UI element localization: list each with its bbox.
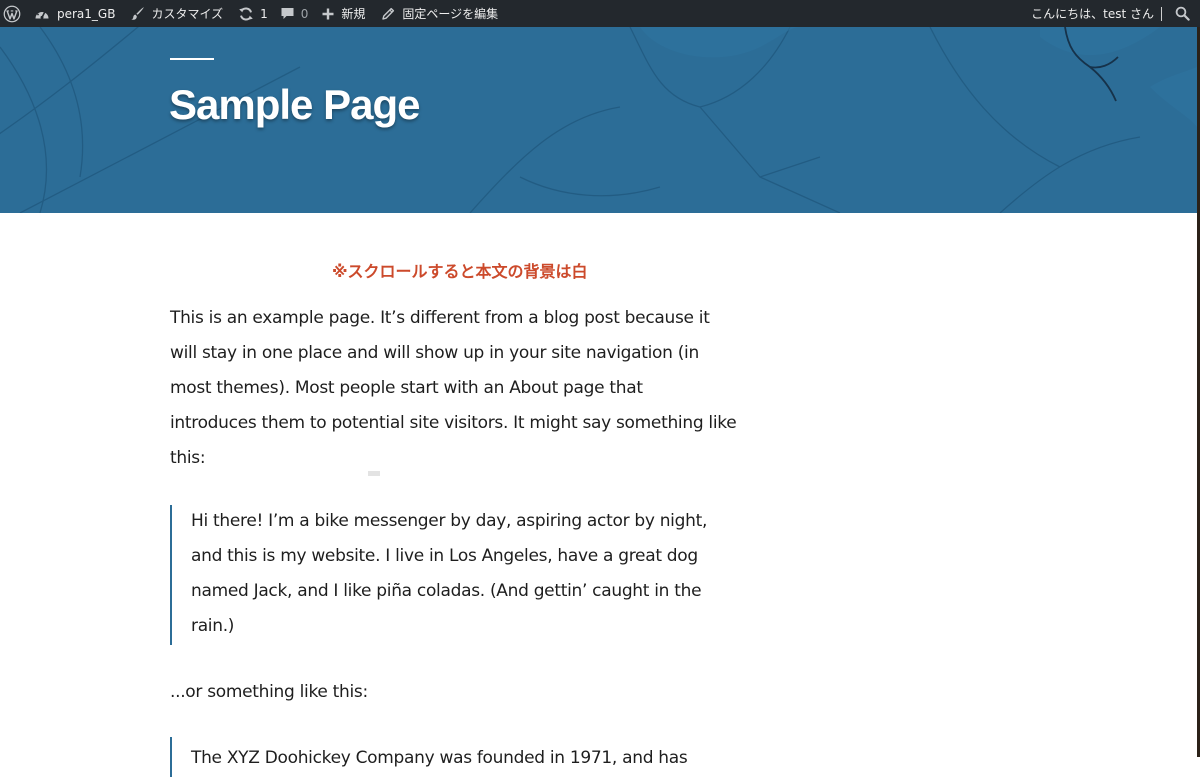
edit-page-link[interactable]: 固定ページを編集 — [381, 0, 498, 27]
intro-line: introduces them to potential site visito… — [170, 413, 737, 433]
intro-line: will stay in one place and will show up … — [170, 343, 699, 363]
quote-line: and this is my website. I live in Los An… — [191, 546, 698, 566]
wp-logo-menu[interactable] — [0, 0, 24, 27]
comment-bubble-icon — [280, 6, 295, 21]
site-name-label: pera1_GB — [57, 6, 116, 21]
page-title: Sample Page — [169, 81, 420, 128]
scroll-notice: ※スクロールすると本文の背景は白 — [332, 262, 588, 281]
updates-count: 1 — [260, 6, 268, 21]
updates-link[interactable]: 1 — [238, 0, 268, 27]
site-name-menu[interactable]: pera1_GB — [34, 0, 115, 27]
new-content-menu[interactable]: 新規 — [321, 0, 365, 27]
avatar-divider — [1161, 6, 1162, 21]
comments-link[interactable]: 0 — [280, 0, 309, 27]
quote-line: named Jack, and I like piña coladas. (An… — [191, 581, 702, 601]
plus-icon — [321, 7, 335, 21]
page-header-banner: Sample Page — [0, 27, 1197, 213]
quote-line: Hi there! I’m a bike messenger by day, a… — [191, 511, 708, 531]
admin-toolbar: pera1_GB カスタマイズ 1 0 新規 固定ページを編集 こんにちは、te… — [0, 0, 1200, 27]
quote-line: The XYZ Doohickey Company was founded in… — [191, 748, 688, 768]
blockquote-company: The XYZ Doohickey Company was founded in… — [170, 737, 688, 777]
intro-paragraph: This is an example page. It’s different … — [170, 301, 737, 476]
inline-artifact — [368, 471, 380, 476]
quote-paragraph: The XYZ Doohickey Company was founded in… — [191, 741, 688, 776]
dashboard-gauge-icon — [34, 7, 50, 21]
customize-label: カスタマイズ — [151, 7, 224, 21]
header-accent-rule — [170, 58, 214, 60]
blockquote-bike-messenger: Hi there! I’m a bike messenger by day, a… — [170, 505, 707, 645]
intro-line: This is an example page. It’s different … — [170, 308, 710, 328]
new-label: 新規 — [341, 7, 366, 21]
customize-link[interactable]: カスタマイズ — [130, 0, 223, 27]
account-greeting: こんにちは、test さん — [1031, 7, 1154, 21]
transition-paragraph: ...or something like this: — [170, 675, 368, 710]
quote-paragraph: Hi there! I’m a bike messenger by day, a… — [191, 504, 707, 644]
refresh-icon — [238, 6, 254, 22]
wordpress-logo-icon — [3, 5, 21, 23]
intro-line: this: — [170, 448, 206, 468]
search-icon — [1175, 6, 1190, 21]
admin-toolbar-secondary: こんにちは、test さん — [1031, 0, 1200, 27]
brush-icon — [130, 6, 145, 21]
edit-page-label: 固定ページを編集 — [402, 7, 499, 21]
pencil-icon — [381, 7, 395, 21]
comments-count: 0 — [300, 6, 309, 21]
transition-line: ...or something like this: — [170, 682, 368, 702]
intro-line: most themes). Most people start with an … — [170, 378, 643, 398]
quote-line: rain.) — [191, 616, 235, 636]
search-button[interactable] — [1170, 0, 1194, 27]
my-account-menu[interactable]: こんにちは、test さん — [1031, 0, 1162, 27]
